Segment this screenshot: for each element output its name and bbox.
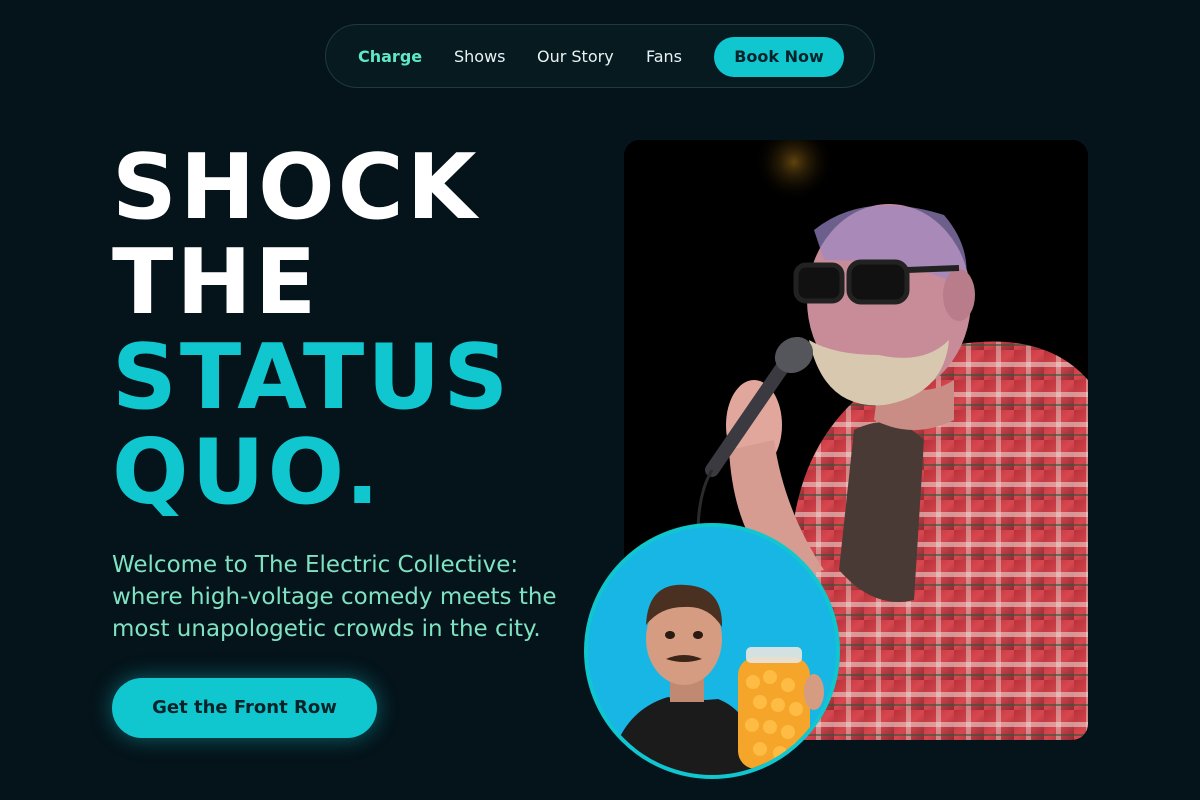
round-photo	[584, 523, 840, 779]
book-now-button[interactable]: Book Now	[714, 37, 844, 77]
nav-item-charge[interactable]: Charge	[358, 47, 422, 67]
get-front-row-button[interactable]: Get the Front Row	[112, 678, 377, 738]
top-nav-bar: Charge Shows Our Story Fans Book Now	[325, 24, 875, 88]
headline-line-2: THE	[112, 230, 320, 335]
hero-subtitle: Welcome to The Electric Collective: wher…	[112, 552, 557, 642]
headline-line-4: QUO.	[112, 420, 383, 525]
hero-headline: SHOCK THE STATUS QUO.	[112, 140, 511, 520]
comedian-with-candy-jar-photo-icon	[588, 527, 836, 775]
headline-line-1: SHOCK	[112, 135, 480, 240]
headline-line-3: STATUS	[112, 325, 512, 430]
nav-item-our-story[interactable]: Our Story	[537, 47, 614, 67]
nav-item-shows[interactable]: Shows	[454, 47, 506, 67]
nav-item-fans[interactable]: Fans	[646, 47, 682, 67]
